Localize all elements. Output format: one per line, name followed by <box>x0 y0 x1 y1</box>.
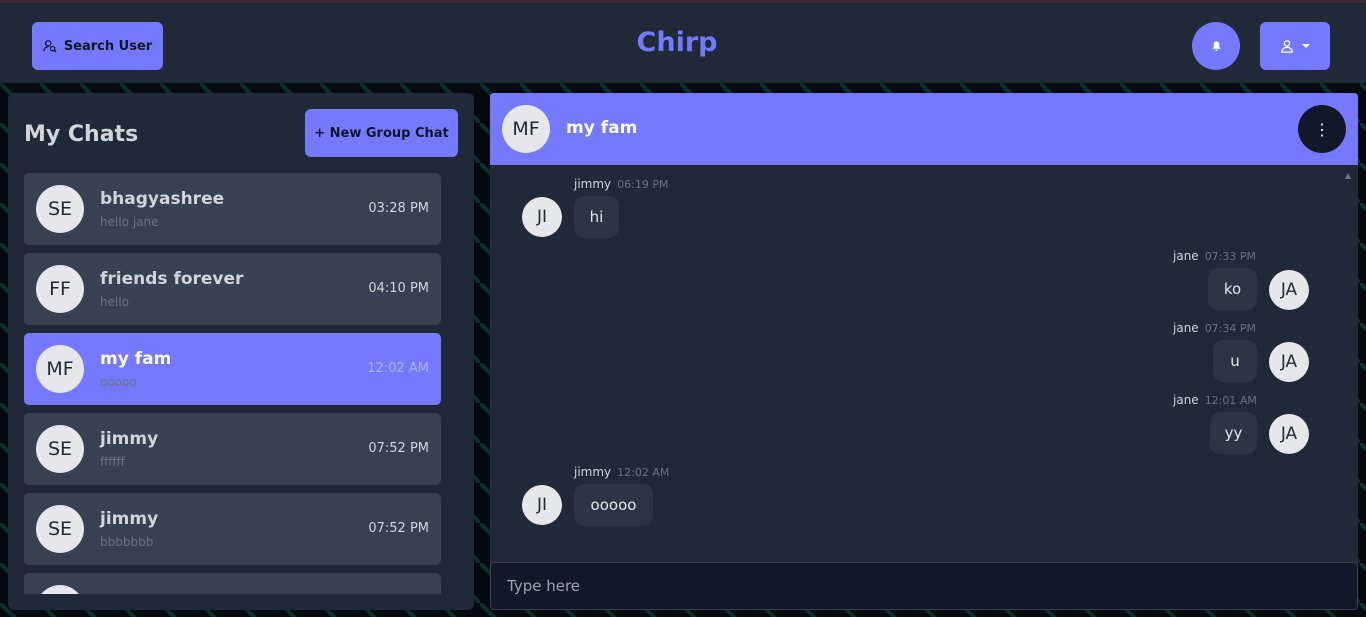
message-list[interactable]: jimmy 06:19 PM JI hi jane 07:33 PM ko JA j… <box>490 165 1358 610</box>
message-time: 12:02 AM <box>617 466 670 479</box>
message-meta: jane 07:33 PM <box>1173 249 1256 263</box>
chat-time: 07:52 PM <box>368 441 429 456</box>
avatar: MF <box>36 345 84 393</box>
message-meta: jimmy 06:19 PM <box>574 177 668 191</box>
conversation-panel: MF my fam ⋮ jimmy 06:19 PM JI hi jane 07:3… <box>490 93 1358 610</box>
message-sender: jimmy <box>574 177 612 191</box>
chat-preview: hello <box>100 295 129 309</box>
avatar: JA <box>1269 270 1309 310</box>
avatar <box>36 585 84 594</box>
user-icon <box>1281 40 1293 53</box>
chat-preview: hello jane <box>100 215 159 229</box>
chat-name: jimmy <box>100 429 159 449</box>
message-meta: jane 07:34 PM <box>1173 321 1256 335</box>
conversation-avatar: MF <box>502 105 550 153</box>
avatar: SE <box>36 425 84 473</box>
message-time: 07:33 PM <box>1204 250 1257 263</box>
bell-icon <box>1211 41 1221 51</box>
brand-title: Chirp <box>636 27 718 58</box>
my-chats-title: My Chats <box>24 122 139 147</box>
message-sender: jane <box>1173 321 1199 335</box>
search-user-label: Search User <box>63 38 153 54</box>
chat-name: friends forever <box>100 269 244 289</box>
message-sender: jane <box>1173 249 1199 263</box>
user-search-icon <box>43 40 57 53</box>
avatar: JA <box>1269 414 1309 454</box>
chat-item-bhagyashree[interactable]: SE bhagyashree hello jane 03:28 PM <box>24 173 441 245</box>
avatar: JA <box>1269 342 1309 382</box>
chat-name: bhagyashree <box>100 189 225 209</box>
more-vertical-icon: ⋮ <box>1314 119 1330 139</box>
chat-preview: ooooo <box>100 375 137 389</box>
chat-item-jimmy[interactable]: SE jimmy bbbbbbb 07:52 PM <box>24 493 441 565</box>
message-bubble: u <box>1213 340 1257 382</box>
conversation-title: my fam <box>566 118 638 138</box>
notifications-button[interactable] <box>1192 22 1240 70</box>
chat-time: 12:02 AM <box>367 361 429 376</box>
message-bubble: ooooo <box>574 484 653 526</box>
chat-item-my-fam[interactable]: MF my fam ooooo 12:02 AM <box>24 333 441 405</box>
message-meta: jane 12:01 AM <box>1173 393 1257 407</box>
avatar: SE <box>36 185 84 233</box>
message-input[interactable] <box>490 562 1358 610</box>
profile-menu-button[interactable] <box>1260 22 1330 70</box>
avatar: JI <box>522 485 562 525</box>
conversation-header: MF my fam ⋮ <box>490 93 1358 165</box>
chat-name: jimmy <box>100 509 159 529</box>
message-bubble: ko <box>1208 268 1257 310</box>
search-user-button[interactable]: Search User <box>32 22 163 70</box>
avatar: JI <box>522 197 562 237</box>
chat-item-partial[interactable] <box>24 573 441 594</box>
message-time: 12:01 AM <box>1204 394 1257 407</box>
chat-time: 03:28 PM <box>368 201 429 216</box>
top-bar: Search User Chirp <box>0 0 1366 83</box>
chats-panel: My Chats + New Group Chat SE bhagyashree… <box>8 93 474 610</box>
scroll-up-icon[interactable]: ▲ <box>1345 171 1351 180</box>
chat-name: my fam <box>100 349 172 369</box>
avatar: SE <box>36 505 84 553</box>
message-meta: jimmy 12:02 AM <box>574 465 669 479</box>
chat-item-jimmy[interactable]: SE jimmy ffffff 07:52 PM <box>24 413 441 485</box>
chat-item-friends-forever[interactable]: FF friends forever hello 04:10 PM <box>24 253 441 325</box>
new-group-chat-button[interactable]: + New Group Chat <box>305 109 458 157</box>
chat-time: 07:52 PM <box>368 521 429 536</box>
message-time: 07:34 PM <box>1204 322 1257 335</box>
message-bubble: yy <box>1210 412 1257 454</box>
avatar: FF <box>36 265 84 313</box>
message-sender: jane <box>1173 393 1199 407</box>
message-bubble: hi <box>574 196 619 238</box>
chat-list[interactable]: SE bhagyashree hello jane 03:28 PM FF fr… <box>24 173 458 594</box>
caret-down-icon <box>1302 44 1310 48</box>
more-options-button[interactable]: ⋮ <box>1298 105 1346 153</box>
message-sender: jimmy <box>574 465 612 479</box>
chat-preview: bbbbbbb <box>100 535 154 549</box>
chat-preview: ffffff <box>100 455 125 469</box>
chat-time: 04:10 PM <box>368 281 429 296</box>
message-time: 06:19 PM <box>617 178 669 191</box>
